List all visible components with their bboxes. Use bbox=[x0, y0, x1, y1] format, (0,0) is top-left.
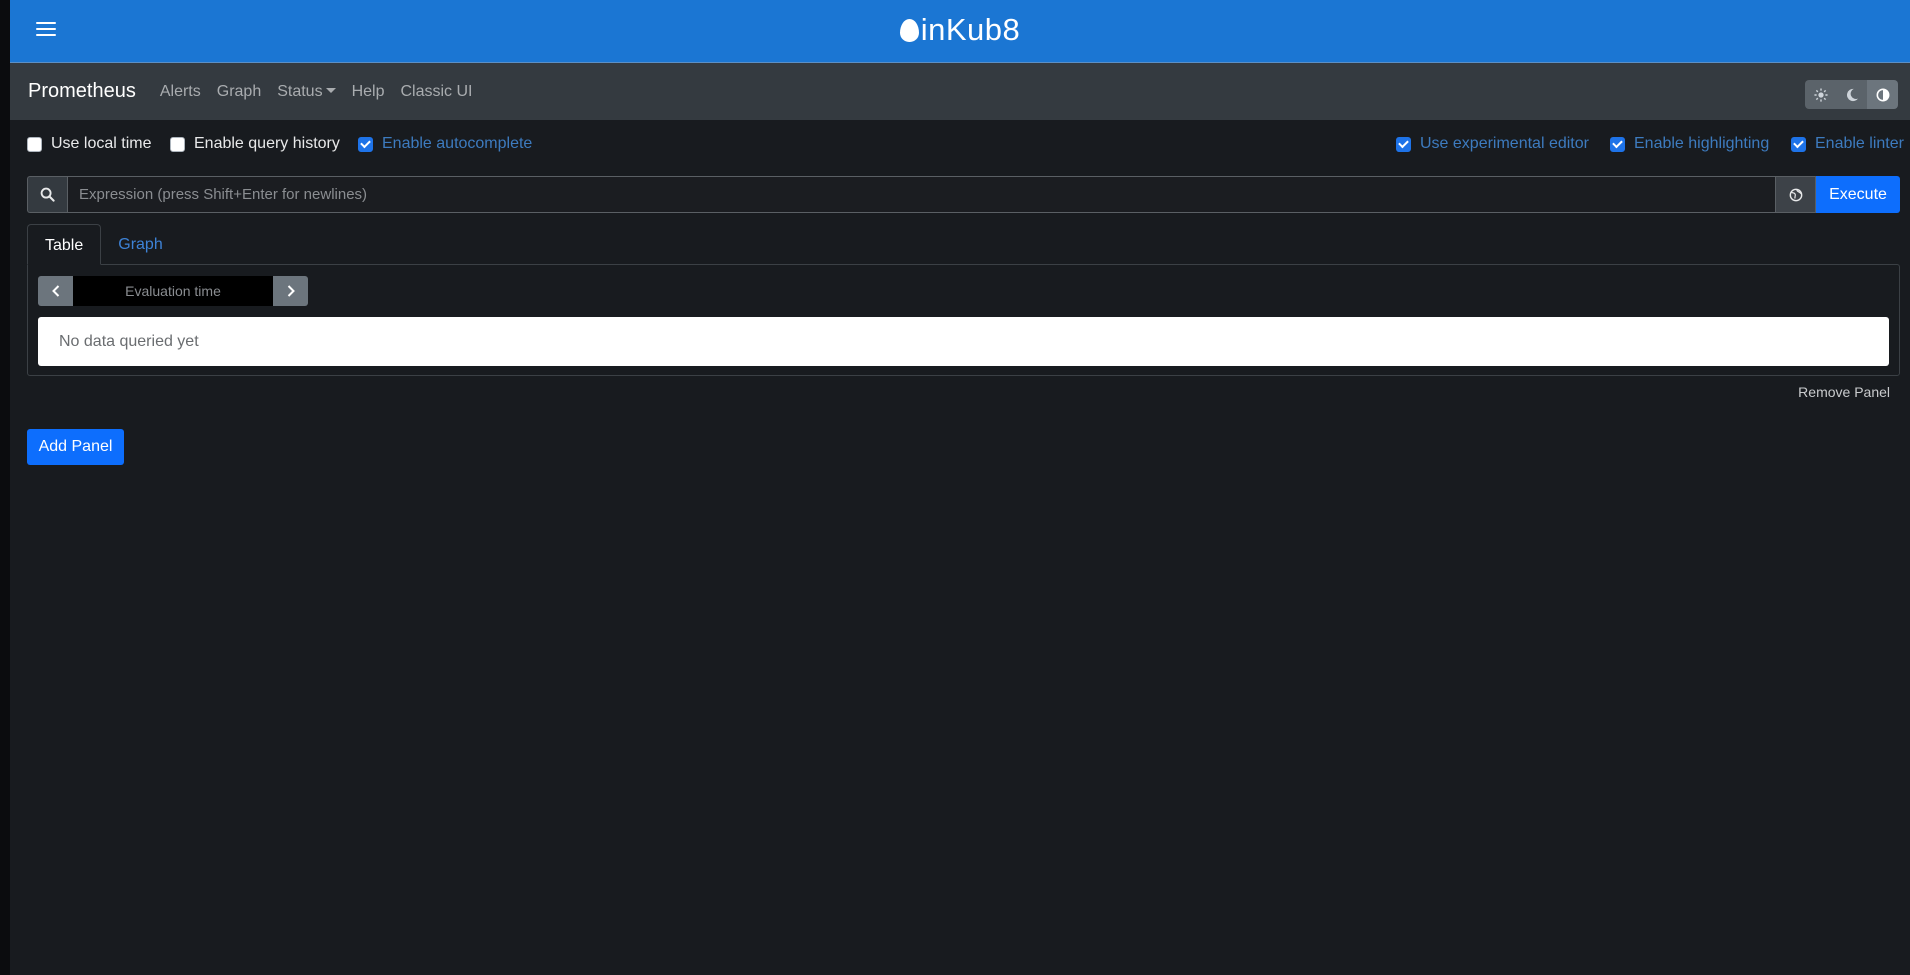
execute-button[interactable]: Execute bbox=[1816, 176, 1900, 213]
logo-icon bbox=[899, 19, 919, 42]
caret-down-icon bbox=[325, 87, 336, 93]
nav-help[interactable]: Help bbox=[352, 83, 385, 101]
enable-autocomplete-option[interactable]: Enable autocomplete bbox=[358, 135, 532, 153]
evaluation-time-control bbox=[38, 276, 308, 306]
use-experimental-editor-label: Use experimental editor bbox=[1420, 135, 1589, 152]
no-data-message: No data queried yet bbox=[38, 317, 1889, 366]
auto-theme-button[interactable] bbox=[1867, 80, 1898, 109]
nav-alerts[interactable]: Alerts bbox=[160, 83, 201, 101]
top-header: inKub8 bbox=[10, 0, 1910, 63]
search-addon bbox=[27, 176, 67, 213]
expression-input[interactable] bbox=[67, 176, 1776, 213]
enable-linter-label: Enable linter bbox=[1815, 135, 1904, 152]
app: inKub8 Prometheus Alerts Graph Status He… bbox=[10, 0, 1910, 975]
nav-status-label: Status bbox=[277, 82, 323, 100]
search-icon bbox=[40, 187, 55, 202]
query-options: Use local time Enable query history Enab… bbox=[10, 120, 1910, 170]
enable-highlighting-option[interactable]: Enable highlighting bbox=[1610, 135, 1769, 153]
moon-icon bbox=[1846, 88, 1858, 101]
enable-query-history-label: Enable query history bbox=[194, 135, 340, 152]
use-local-time-label: Use local time bbox=[51, 135, 152, 152]
eval-time-forward-button[interactable] bbox=[273, 276, 308, 306]
nav-graph[interactable]: Graph bbox=[217, 83, 261, 101]
tab-table[interactable]: Table bbox=[27, 224, 102, 265]
tab-graph[interactable]: Graph bbox=[101, 224, 179, 265]
add-panel-button[interactable]: Add Panel bbox=[27, 429, 124, 465]
nav-classic-ui[interactable]: Classic UI bbox=[400, 83, 472, 101]
enable-query-history-option[interactable]: Enable query history bbox=[170, 135, 340, 153]
enable-query-history-checkbox[interactable] bbox=[170, 136, 185, 152]
enable-linter-option[interactable]: Enable linter bbox=[1791, 135, 1904, 153]
enable-autocomplete-label: Enable autocomplete bbox=[382, 135, 533, 152]
use-local-time-option[interactable]: Use local time bbox=[27, 135, 151, 153]
remove-panel-link[interactable]: Remove Panel bbox=[1798, 384, 1890, 400]
enable-linter-checkbox[interactable] bbox=[1791, 136, 1806, 152]
theme-switcher bbox=[1805, 80, 1898, 109]
use-local-time-checkbox[interactable] bbox=[27, 136, 42, 152]
light-theme-button[interactable] bbox=[1805, 80, 1836, 109]
contrast-icon bbox=[1876, 88, 1889, 101]
brand-logo: inKub8 bbox=[10, 12, 1910, 48]
panel-tabs: Table Graph bbox=[27, 224, 180, 265]
expression-bar: Execute bbox=[27, 176, 1900, 213]
evaluation-time-input[interactable] bbox=[73, 276, 273, 306]
enable-highlighting-checkbox[interactable] bbox=[1610, 136, 1625, 152]
chevron-left-icon bbox=[51, 285, 59, 297]
enable-highlighting-label: Enable highlighting bbox=[1634, 135, 1770, 152]
window-left-edge bbox=[0, 0, 10, 975]
use-experimental-editor-checkbox[interactable] bbox=[1396, 136, 1411, 152]
enable-autocomplete-checkbox[interactable] bbox=[358, 136, 373, 152]
use-experimental-editor-option[interactable]: Use experimental editor bbox=[1396, 135, 1589, 153]
dark-theme-button[interactable] bbox=[1836, 80, 1867, 109]
metrics-explorer-button[interactable] bbox=[1776, 176, 1816, 213]
navbar-title[interactable]: Prometheus bbox=[28, 80, 136, 103]
chevron-right-icon bbox=[287, 285, 295, 297]
nav-status-dropdown[interactable]: Status bbox=[277, 82, 336, 101]
globe-icon bbox=[1789, 188, 1802, 201]
sun-icon bbox=[1813, 87, 1828, 102]
brand-text: inKub8 bbox=[920, 12, 1021, 47]
prometheus-navbar: Prometheus Alerts Graph Status Help Clas… bbox=[10, 63, 1910, 120]
panel-body: No data queried yet bbox=[27, 264, 1900, 376]
eval-time-back-button[interactable] bbox=[38, 276, 73, 306]
